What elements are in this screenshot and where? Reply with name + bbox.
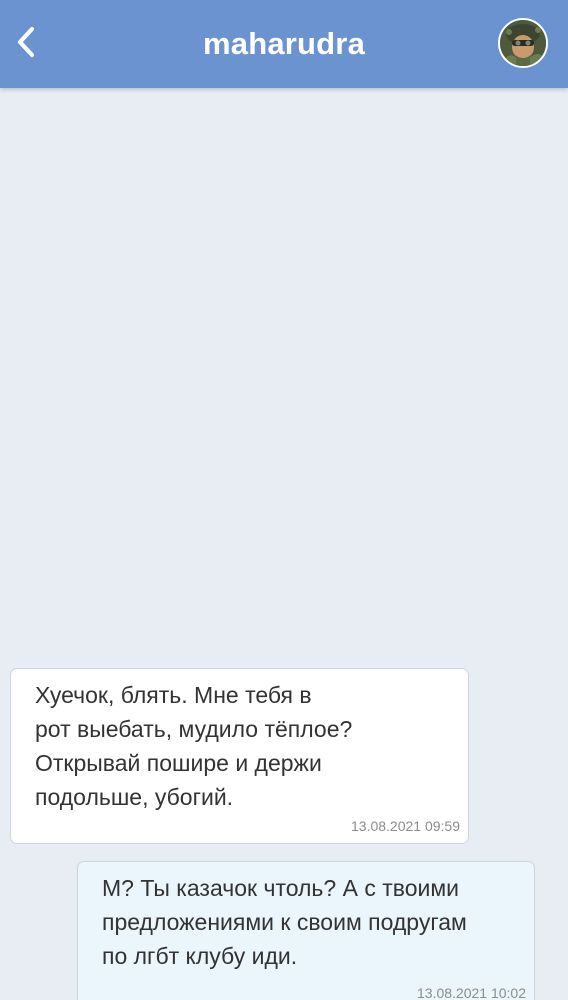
top-app-bar: maharudra (0, 0, 568, 88)
chat-title: maharudra (202, 26, 366, 61)
user-avatar[interactable] (498, 18, 548, 68)
message-list[interactable]: Хуечок, блять. Мне тебя в рот выебать, м… (0, 88, 568, 1000)
message-timestamp: 13.08.2021 09:59 (351, 818, 460, 834)
incoming-message[interactable]: Хуечок, блять. Мне тебя в рот выебать, м… (10, 668, 469, 844)
message-timestamp: 13.08.2021 10:02 (417, 985, 526, 1000)
message-text: Хуечок, блять. Мне тебя в рот выебать, м… (35, 682, 353, 810)
avatar-image (500, 20, 546, 66)
message-text: М? Ты казачок чтоль? А с твоими предложе… (102, 875, 467, 969)
outgoing-message[interactable]: М? Ты казачок чтоль? А с твоими предложе… (77, 861, 535, 1000)
